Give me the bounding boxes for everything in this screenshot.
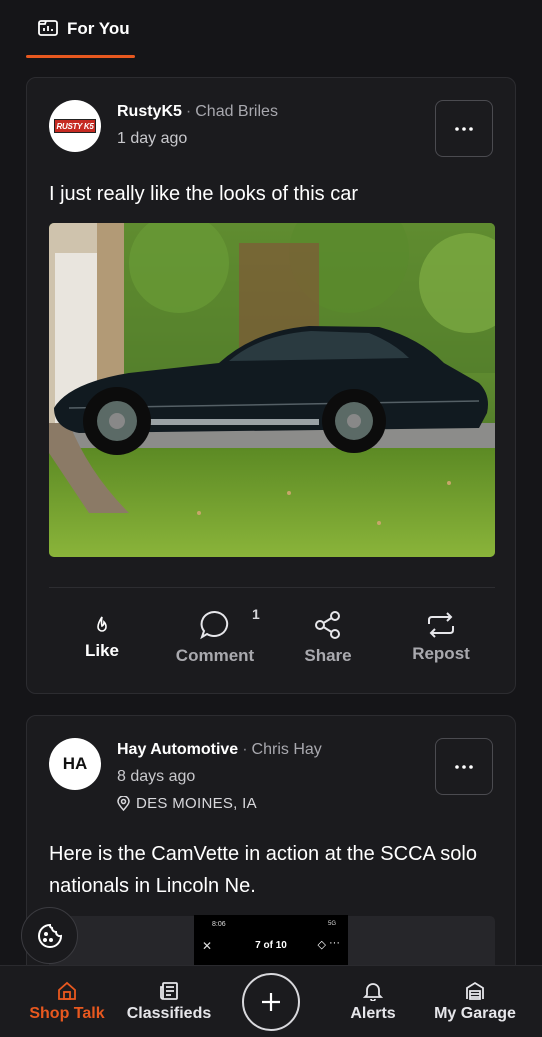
- post-photo[interactable]: [49, 223, 495, 557]
- nav-my-garage-label: My Garage: [434, 1005, 516, 1022]
- active-tab-indicator: [26, 55, 135, 58]
- like-button[interactable]: Like: [46, 598, 158, 678]
- avatar-initials: HA: [62, 754, 88, 773]
- comment-label: Comment: [175, 646, 255, 665]
- author-real-name: Chad Briles: [195, 103, 278, 120]
- nav-classifieds[interactable]: Classifieds: [118, 966, 220, 1037]
- more-options-button[interactable]: [435, 100, 493, 157]
- location-label: DES MOINES, IA: [136, 795, 257, 812]
- author-line: RustyK5 · Chad Briles: [117, 103, 278, 121]
- share-label: Share: [304, 646, 352, 665]
- create-post-button[interactable]: [242, 973, 300, 1031]
- rusty-k5-logo: RUSTY K5: [54, 119, 96, 133]
- author-separator: ·: [242, 741, 248, 758]
- cookie-icon: [37, 923, 62, 948]
- share-icon: [315, 611, 340, 639]
- post-text: I just really like the looks of this car: [49, 183, 359, 205]
- cookie-settings-button[interactable]: [21, 907, 78, 964]
- newspaper-icon: [160, 982, 178, 1000]
- comment-count: 1: [252, 606, 260, 622]
- post-actions: Like Comment 1 Share Repost: [27, 598, 517, 678]
- nav-classifieds-label: Classifieds: [126, 1005, 212, 1022]
- tag-icon[interactable]: ◇: [318, 938, 326, 951]
- garage-icon: [466, 981, 484, 1000]
- comment-icon: [200, 610, 229, 640]
- nav-alerts-label: Alerts: [350, 1005, 396, 1022]
- like-label: Like: [84, 641, 120, 660]
- more-icon[interactable]: ···: [329, 937, 340, 949]
- top-tabs: For You: [0, 0, 542, 58]
- more-horizontal-icon: [455, 764, 473, 769]
- bottom-nav: Shop Talk Classifieds Alerts My Garage: [0, 965, 542, 1037]
- author-username[interactable]: RustyK5: [117, 103, 182, 120]
- avatar[interactable]: RUSTY K5: [49, 100, 101, 152]
- post-location: DES MOINES, IA: [117, 795, 257, 812]
- feed-icon: [38, 18, 58, 41]
- nav-alerts[interactable]: Alerts: [335, 966, 411, 1037]
- author-line: Hay Automotive · Chris Hay: [117, 741, 322, 759]
- author-separator: ·: [185, 103, 192, 120]
- repost-icon: [428, 612, 454, 638]
- nav-my-garage[interactable]: My Garage: [425, 966, 525, 1037]
- tab-for-you[interactable]: For You: [26, 0, 135, 58]
- nav-shop-talk[interactable]: Shop Talk: [12, 966, 122, 1037]
- home-icon: [58, 981, 76, 1000]
- overlay-time: 8:06: [212, 921, 226, 928]
- author-real-name: Chris Hay: [251, 741, 322, 758]
- flame-icon: [97, 616, 107, 632]
- nav-shop-talk-label: Shop Talk: [29, 1005, 105, 1022]
- overlay-status: 5G: [327, 921, 336, 927]
- more-horizontal-icon: [455, 126, 473, 131]
- app-root: For You RUSTY K5 RustyK5 · Chad Briles 1 d…: [0, 0, 542, 1037]
- repost-label: Repost: [412, 644, 470, 663]
- post-time: 8 days ago: [117, 768, 196, 785]
- share-button[interactable]: Share: [272, 598, 384, 678]
- tab-for-you-label: For You: [67, 19, 130, 38]
- author-username[interactable]: Hay Automotive: [117, 741, 238, 758]
- post-time: 1 day ago: [117, 130, 188, 147]
- more-options-button[interactable]: [435, 738, 493, 795]
- divider: [49, 587, 495, 588]
- bell-icon: [363, 983, 383, 1001]
- post-text: Here is the CamVette in action at the SC…: [49, 843, 477, 897]
- avatar[interactable]: HA: [49, 738, 101, 790]
- post-card: RUSTY K5 RustyK5 · Chad Briles 1 day ago I…: [26, 77, 516, 694]
- media-preview-overlay[interactable]: 8:06 5G ✕ 7 of 10 ◇ ···: [194, 915, 348, 965]
- repost-button[interactable]: Repost: [385, 598, 497, 678]
- plus-icon: [262, 993, 280, 1011]
- location-pin-icon: [117, 796, 130, 811]
